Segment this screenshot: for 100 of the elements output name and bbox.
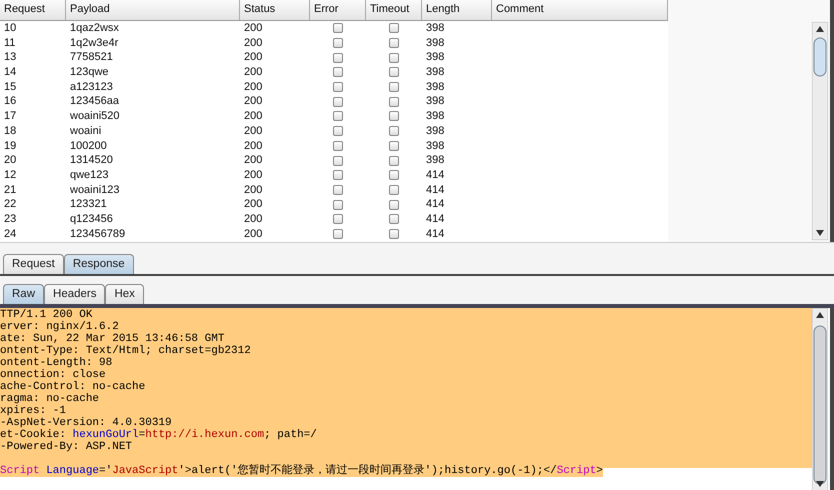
table-cell-text: 7758521 bbox=[69, 50, 114, 66]
checkbox[interactable] bbox=[333, 82, 343, 92]
table-cell-text: 200 bbox=[243, 153, 264, 168]
table-cell-text: 200 bbox=[243, 138, 264, 154]
table-cell-text: woaini bbox=[69, 124, 102, 139]
table-cell-text: 200 bbox=[243, 50, 264, 66]
tab[interactable]: Headers bbox=[44, 284, 106, 304]
column-header[interactable]: Request bbox=[0, 0, 66, 20]
table-cell-text: 200 bbox=[243, 212, 264, 227]
checkbox[interactable] bbox=[333, 67, 343, 78]
column-header[interactable]: Comment bbox=[492, 0, 668, 20]
checkbox[interactable] bbox=[389, 126, 399, 136]
table-cell-text: 398 bbox=[425, 21, 446, 36]
table-cell-text: 123456aa bbox=[69, 94, 120, 110]
table-cell-text: 23 bbox=[3, 212, 18, 227]
table-cell-text: 24 bbox=[3, 226, 18, 242]
table-cell-text: 398 bbox=[425, 109, 446, 124]
checkbox[interactable] bbox=[389, 67, 399, 78]
table-cell-text: 200 bbox=[243, 168, 264, 183]
table-cell-text: 414 bbox=[425, 197, 446, 212]
table-cell-text: 1qaz2wsx bbox=[69, 21, 120, 36]
checkbox[interactable] bbox=[333, 111, 343, 122]
table-cell-text: qwe123 bbox=[69, 168, 110, 183]
table-cell-text: 200 bbox=[243, 124, 264, 139]
table-cell-text: woaini520 bbox=[69, 109, 121, 124]
checkbox[interactable] bbox=[389, 111, 399, 122]
column-header[interactable]: Payload bbox=[66, 0, 240, 20]
vertical-scrollbar[interactable] bbox=[812, 308, 828, 490]
checkbox[interactable] bbox=[389, 170, 399, 180]
checkbox[interactable] bbox=[389, 23, 399, 34]
table-cell-text: 398 bbox=[425, 80, 446, 94]
table-cell-text: 21 bbox=[3, 182, 18, 198]
table-cell-text: 123321 bbox=[69, 197, 108, 212]
checkbox[interactable] bbox=[333, 140, 343, 151]
checkbox[interactable] bbox=[333, 214, 343, 224]
tab[interactable]: Hex bbox=[105, 284, 144, 304]
table-cell-text: 200 bbox=[243, 182, 264, 198]
table-cell-text: 11 bbox=[3, 36, 16, 50]
column-header[interactable]: Status bbox=[240, 0, 310, 20]
table-cell-text: 200 bbox=[243, 36, 264, 50]
table-cell-text: 200 bbox=[243, 65, 264, 80]
table-cell-text: 398 bbox=[425, 138, 446, 154]
table-cell-text: 100200 bbox=[69, 138, 108, 154]
table-cell-text: 17 bbox=[3, 109, 18, 124]
tab[interactable]: Response bbox=[64, 254, 134, 274]
checkbox[interactable] bbox=[333, 228, 343, 239]
checkbox[interactable] bbox=[389, 200, 399, 210]
table-cell-text: 398 bbox=[425, 36, 446, 50]
table-cell-text: 12 bbox=[3, 168, 18, 183]
table-cell-text: 123456789 bbox=[69, 226, 126, 242]
tab[interactable]: Raw bbox=[3, 284, 44, 304]
checkbox[interactable] bbox=[389, 214, 399, 224]
table-cell-text: 1314520 bbox=[69, 153, 114, 168]
checkbox[interactable] bbox=[333, 200, 343, 210]
table-cell-text: 19 bbox=[3, 138, 18, 154]
table-cell-text: 20 bbox=[3, 153, 18, 168]
table-cell-text: a123123 bbox=[69, 80, 114, 94]
checkbox[interactable] bbox=[389, 140, 399, 151]
table-cell-text: 200 bbox=[243, 197, 264, 212]
table-cell-text: 414 bbox=[425, 182, 446, 198]
table-cell-text: 200 bbox=[243, 226, 264, 242]
table-cell-text: 10 bbox=[3, 21, 18, 36]
table-cell-text: 398 bbox=[425, 50, 446, 66]
tab[interactable]: Request bbox=[3, 254, 64, 274]
checkbox[interactable] bbox=[333, 170, 343, 180]
column-header[interactable]: Length bbox=[422, 0, 492, 20]
table-cell-text: 1q2w3e4r bbox=[69, 36, 120, 50]
table-cell-text: 16 bbox=[3, 94, 18, 110]
checkbox[interactable] bbox=[389, 38, 399, 48]
table-cell-text: 18 bbox=[3, 124, 18, 139]
checkbox[interactable] bbox=[333, 38, 343, 48]
table-cell-text: 398 bbox=[425, 94, 446, 110]
checkbox[interactable] bbox=[333, 96, 343, 107]
checkbox[interactable] bbox=[333, 23, 343, 34]
table-cell-text: 15 bbox=[3, 80, 18, 94]
checkbox[interactable] bbox=[389, 52, 399, 63]
table-cell-text: 414 bbox=[425, 226, 446, 242]
table-cell-text: 200 bbox=[243, 94, 264, 110]
checkbox[interactable] bbox=[333, 126, 343, 136]
checkbox[interactable] bbox=[333, 184, 343, 195]
table-cell-text: 398 bbox=[425, 124, 446, 139]
table-cell-text: q123456 bbox=[69, 212, 114, 227]
checkbox[interactable] bbox=[389, 184, 399, 195]
table-cell-text: 398 bbox=[425, 153, 446, 168]
checkbox[interactable] bbox=[333, 156, 343, 166]
checkbox[interactable] bbox=[389, 82, 399, 92]
checkbox[interactable] bbox=[389, 156, 399, 166]
checkbox[interactable] bbox=[389, 228, 399, 239]
vertical-scrollbar[interactable] bbox=[812, 22, 828, 240]
column-header[interactable]: Error bbox=[310, 0, 366, 20]
column-header[interactable]: Timeout bbox=[366, 0, 422, 20]
table-cell-text: woaini123 bbox=[69, 182, 121, 198]
table-cell-text: 414 bbox=[425, 212, 446, 227]
checkbox[interactable] bbox=[333, 52, 343, 63]
table-cell-text: 200 bbox=[243, 21, 264, 36]
table-cell-text: 123qwe bbox=[69, 65, 110, 80]
checkbox[interactable] bbox=[389, 96, 399, 107]
table-cell-text: 200 bbox=[243, 109, 264, 124]
table-cell-text: 13 bbox=[3, 50, 18, 66]
table-cell-text: 22 bbox=[3, 197, 18, 212]
